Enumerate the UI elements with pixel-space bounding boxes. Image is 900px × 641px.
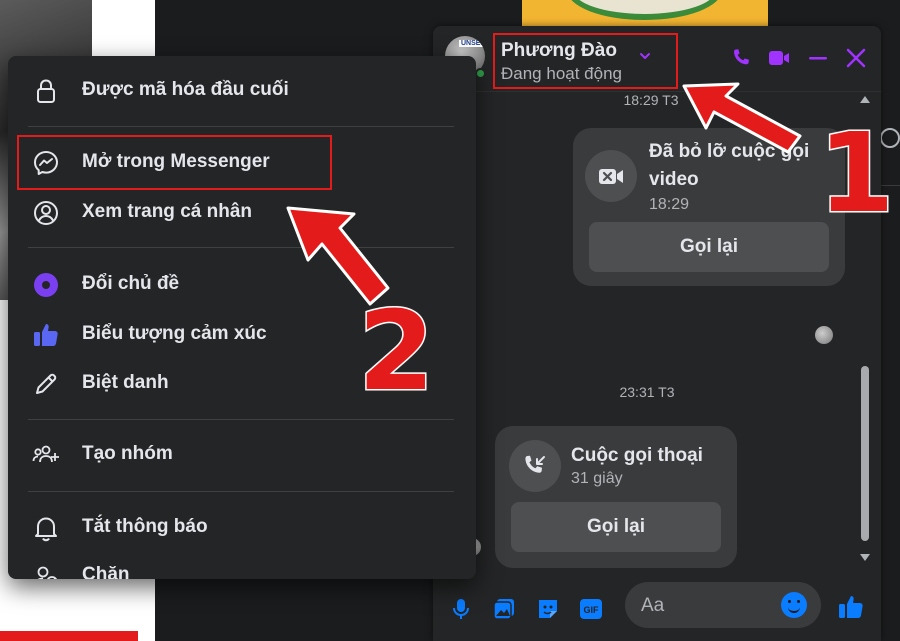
like-icon[interactable] [836, 592, 866, 622]
close-icon[interactable] [844, 46, 868, 70]
microphone-icon[interactable] [448, 596, 474, 622]
menu-item-label: Xem trang cá nhân [82, 201, 252, 222]
menu-item-label: Được mã hóa đầu cuối [82, 79, 289, 100]
menu-item-mute[interactable]: Tắt thông báo [18, 504, 466, 552]
call-title: Cuộc gọi thoại [571, 445, 703, 466]
bell-icon [35, 517, 57, 542]
highlight-open-in-messenger [17, 135, 332, 190]
emoji-icon[interactable] [781, 592, 807, 618]
minimize-icon[interactable] [806, 46, 830, 70]
call-duration: 31 giây [571, 470, 623, 487]
menu-divider [28, 126, 454, 127]
theme-icon [34, 273, 58, 297]
message-composer: GIF Aa [433, 582, 881, 641]
menu-divider [28, 491, 454, 492]
menu-item-encrypted[interactable]: Được mã hóa đầu cuối [18, 67, 466, 115]
annotation-arrow-1 [682, 82, 802, 154]
profile-icon [34, 201, 58, 225]
call-back-button[interactable]: Gọi lại [589, 222, 829, 272]
menu-item-label: Biểu tượng cảm xúc [82, 323, 267, 344]
timestamp: 18:29 T3 [623, 92, 679, 108]
annotation-number-1: 1 [817, 109, 897, 237]
annotation-number-2: 2 [357, 287, 437, 415]
scroll-up-arrow[interactable] [860, 96, 870, 103]
call-back-button[interactable]: Gọi lại [511, 502, 721, 552]
read-receipt-avatar [815, 326, 833, 344]
menu-item-block[interactable]: Chặn [18, 552, 466, 579]
menu-item-label: Tạo nhóm [82, 443, 173, 464]
incoming-call-icon [509, 440, 561, 492]
contact-status: Đang hoạt động [501, 64, 622, 83]
lock-icon [37, 79, 55, 103]
chat-window: UNSEI Phương Đào Đang hoạt động 18:29 T3 [433, 26, 881, 641]
photo-icon[interactable] [491, 596, 517, 622]
scroll-down-arrow[interactable] [860, 554, 870, 561]
chevron-down-icon [640, 53, 650, 59]
chat-header: UNSEI Phương Đào Đang hoạt động [433, 26, 881, 92]
menu-divider [28, 419, 454, 420]
call-title-line2: video [649, 169, 699, 190]
svg-text:GIF: GIF [584, 605, 600, 615]
message-placeholder: Aa [641, 595, 665, 616]
phone-icon[interactable] [729, 46, 753, 70]
missed-video-icon [585, 150, 637, 202]
background-food-image [522, 0, 768, 26]
menu-item-view-profile[interactable]: Xem trang cá nhân [18, 189, 466, 237]
menu-item-label: Biệt danh [82, 372, 169, 393]
pencil-icon [36, 373, 57, 394]
contact-name: Phương Đào [501, 40, 617, 61]
menu-item-label: Tắt thông báo [82, 516, 208, 537]
gif-icon[interactable]: GIF [578, 596, 604, 622]
group-icon [32, 445, 59, 463]
scrollbar-thumb[interactable] [861, 366, 869, 541]
video-call-icon[interactable] [767, 46, 791, 70]
voice-call-message[interactable]: Cuộc gọi thoại 31 giây Gọi lại [495, 426, 737, 568]
block-user-icon [37, 566, 58, 579]
call-time: 18:29 [649, 196, 690, 213]
contact-info-button[interactable]: Phương Đào Đang hoạt động [493, 33, 678, 89]
menu-item-label: Chặn [82, 564, 130, 579]
message-input[interactable]: Aa [625, 582, 821, 628]
background-red-strip [0, 631, 138, 641]
menu-item-create-group[interactable]: Tạo nhóm [18, 431, 466, 479]
message-list[interactable]: 18:29 T3 Đã bỏ lỡ cuộc gọi video 18:29 G… [433, 92, 881, 582]
timestamp: 23:31 T3 [619, 384, 675, 400]
avatar-badge: UNSEI [459, 40, 485, 47]
thumbs-up-icon [34, 324, 58, 346]
menu-item-label: Đổi chủ đề [82, 273, 180, 294]
online-status-dot [475, 68, 486, 79]
sticker-icon[interactable] [535, 596, 561, 622]
